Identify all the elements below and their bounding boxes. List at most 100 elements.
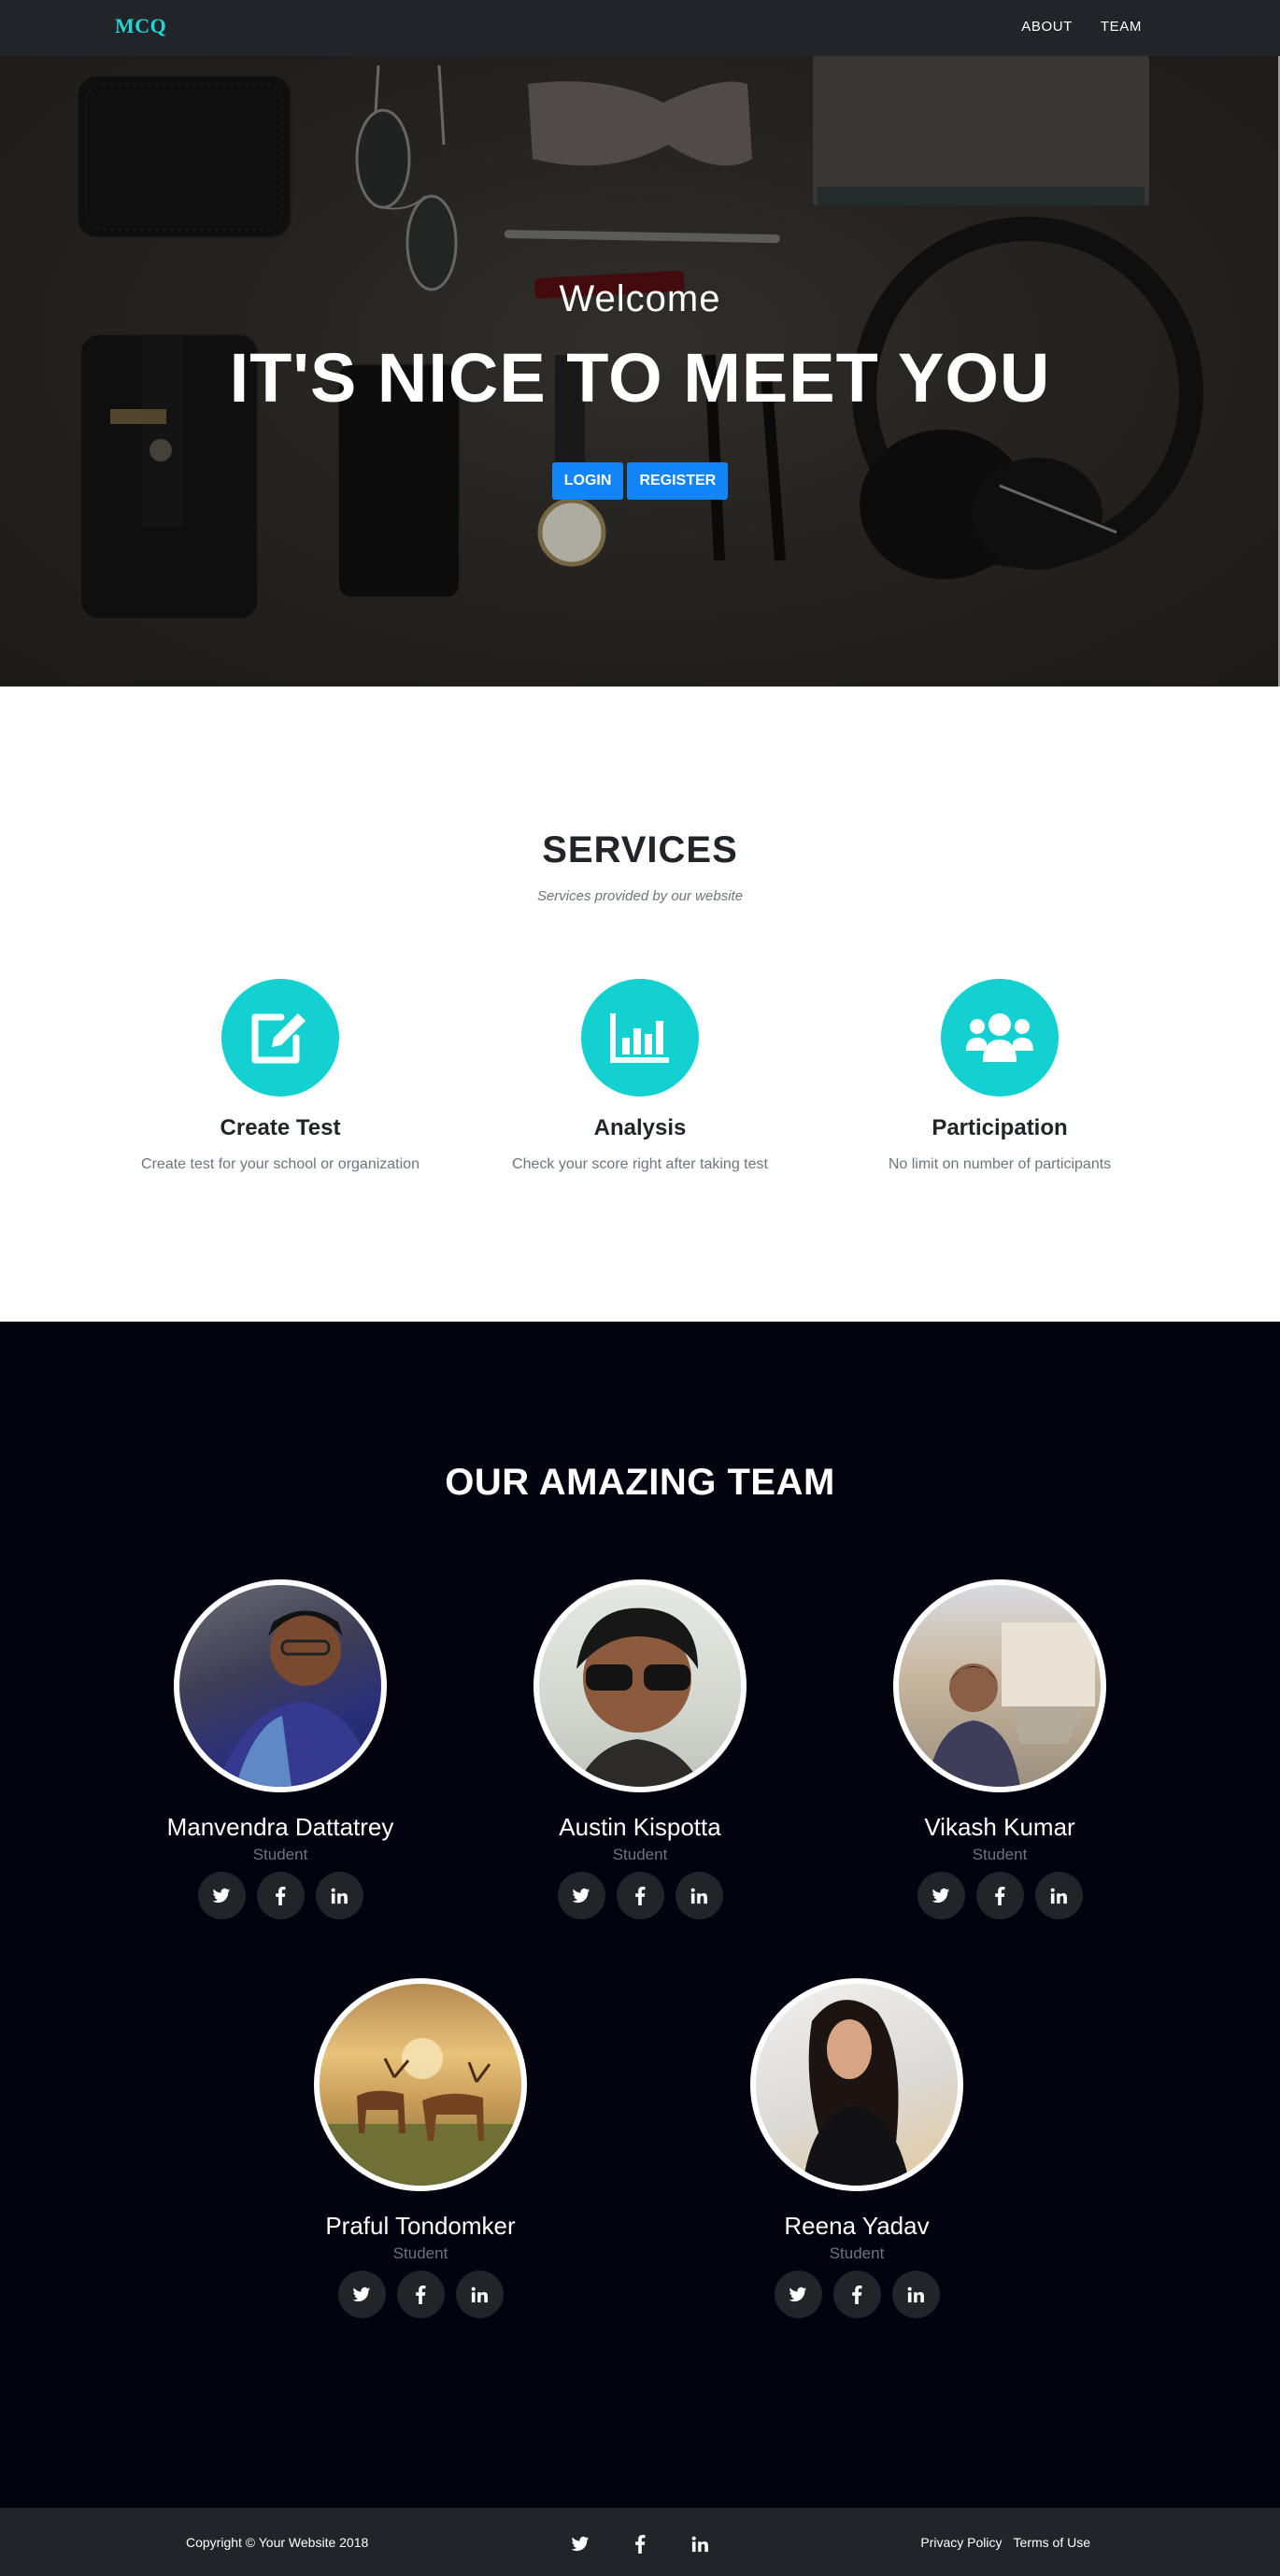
page: MCQ ABOUT TEAM Welcome IT'S NICE TO MEET… [0,0,1280,2576]
twitter-icon [789,2286,807,2301]
services-subtitle: Services provided by our website [536,888,744,904]
hero-welcome-text: Welcome [559,278,721,319]
member-role: Student [972,1846,1028,1863]
linkedin-button[interactable] [675,1872,723,1919]
terms-of-use-link[interactable]: Terms of Use [1014,2535,1090,2550]
privacy-policy-link[interactable]: Privacy Policy [920,2535,1002,2550]
hero-section: Welcome IT'S NICE TO MEET YOU LOGIN REGI… [0,56,1280,686]
services-section: SERVICES Services provided by our websit… [0,686,1280,1322]
linkedin-icon [471,2286,488,2302]
footer: Copyright © Your Website 2018 Privacy Po… [0,2508,1280,2576]
member-role: Student [829,2244,885,2262]
member-socials [140,1872,420,1919]
facebook-icon [635,2535,646,2554]
member-name: Austin Kispotta [559,1813,721,1841]
facebook-button[interactable] [975,1872,1024,1919]
member-role: Student [252,1846,308,1863]
service-title: Analysis [593,1115,687,1140]
service-item-participation: Participation No limit on number of part… [813,979,1187,1173]
member-name: Praful Tondomker [325,2212,516,2240]
member-photo [576,1607,703,1787]
member-photo [803,2000,910,2186]
twitter-icon [212,1888,231,1903]
team-member: Austin Kispotta Student [500,1579,780,1919]
facebook-button[interactable] [616,1872,664,1919]
linkedin-icon [1050,1888,1067,1904]
footer-twitter-button[interactable] [556,2526,604,2563]
facebook-icon [276,1886,286,1905]
member-photo [927,1622,1095,1787]
facebook-button[interactable] [832,2271,881,2318]
edit-icon [251,1013,306,1064]
footer-linkedin-button[interactable] [676,2526,724,2563]
member-avatar [750,1978,963,2191]
login-button[interactable]: LOGIN [551,462,624,500]
register-button[interactable]: REGISTER [627,462,729,500]
member-photo [320,2038,521,2186]
team-member: Vikash Kumar Student [860,1579,1140,1919]
twitter-icon [572,1888,590,1903]
twitter-button[interactable] [337,2271,386,2318]
team-section: OUR AMAZING TEAM Manvendra Dattatrey Stu… [0,1322,1280,2508]
member-socials [717,2271,997,2318]
bar-chart-icon [610,1013,669,1063]
nav-link-team[interactable]: TEAM [1101,19,1142,35]
nav-links: ABOUT TEAM [1021,19,1142,35]
member-name: Reena Yadav [784,2212,930,2240]
twitter-icon [932,1888,950,1903]
service-description: Create test for your school or organizat… [141,1156,420,1172]
member-role: Student [612,1846,668,1863]
footer-socials [556,2526,724,2563]
nav-link-about[interactable]: ABOUT [1021,19,1073,35]
service-item-create-test: Create Test Create test for your school … [93,979,467,1173]
copyright-text: Copyright © Your Website 2018 [186,2535,369,2550]
service-icon-circle [581,979,699,1097]
member-role: Student [392,2244,448,2262]
member-name: Manvendra Dattatrey [166,1813,394,1841]
facebook-button[interactable] [256,1872,305,1919]
team-member: Reena Yadav Student [717,1978,997,2318]
member-socials [280,2271,561,2318]
linkedin-icon [691,2536,708,2553]
member-avatar [893,1579,1106,1792]
member-avatar [174,1579,387,1792]
linkedin-button[interactable] [455,2271,504,2318]
team-member: Manvendra Dattatrey Student [140,1579,420,1919]
service-icon-circle [941,979,1059,1097]
team-title: OUR AMAZING TEAM [445,1462,835,1503]
twitter-button[interactable] [774,2271,822,2318]
twitter-icon [352,2286,371,2301]
facebook-icon [635,1886,646,1905]
linkedin-button[interactable] [315,1872,363,1919]
hero-heading: IT'S NICE TO MEET YOU [229,339,1051,417]
service-title: Create Test [220,1115,341,1140]
member-photo [217,1610,376,1787]
linkedin-icon [907,2286,924,2302]
linkedin-button[interactable] [1034,1872,1083,1919]
linkedin-icon [331,1888,348,1904]
service-description: No limit on number of participants [888,1156,1112,1172]
service-item-analysis: Analysis Check your score right after ta… [453,979,827,1173]
footer-links: Privacy Policy Terms of Use [920,2535,1090,2550]
hero-buttons: LOGIN REGISTER [0,462,1280,500]
member-socials [500,1872,780,1919]
services-title: SERVICES [542,829,738,870]
users-icon [966,1013,1033,1062]
facebook-icon [416,2285,426,2304]
facebook-icon [852,2285,862,2304]
service-title: Participation [932,1115,1068,1140]
twitter-icon [571,2536,590,2552]
service-icon-circle [221,979,339,1097]
member-avatar [533,1579,747,1792]
facebook-button[interactable] [396,2271,445,2318]
twitter-button[interactable] [917,1872,965,1919]
member-socials [860,1872,1140,1919]
twitter-button[interactable] [557,1872,605,1919]
service-description: Check your score right after taking test [512,1156,768,1172]
twitter-button[interactable] [197,1872,246,1919]
facebook-icon [995,1886,1005,1905]
linkedin-button[interactable] [891,2271,940,2318]
footer-facebook-button[interactable] [616,2526,664,2563]
brand-logo[interactable]: MCQ [115,14,166,38]
member-avatar [314,1978,527,2191]
